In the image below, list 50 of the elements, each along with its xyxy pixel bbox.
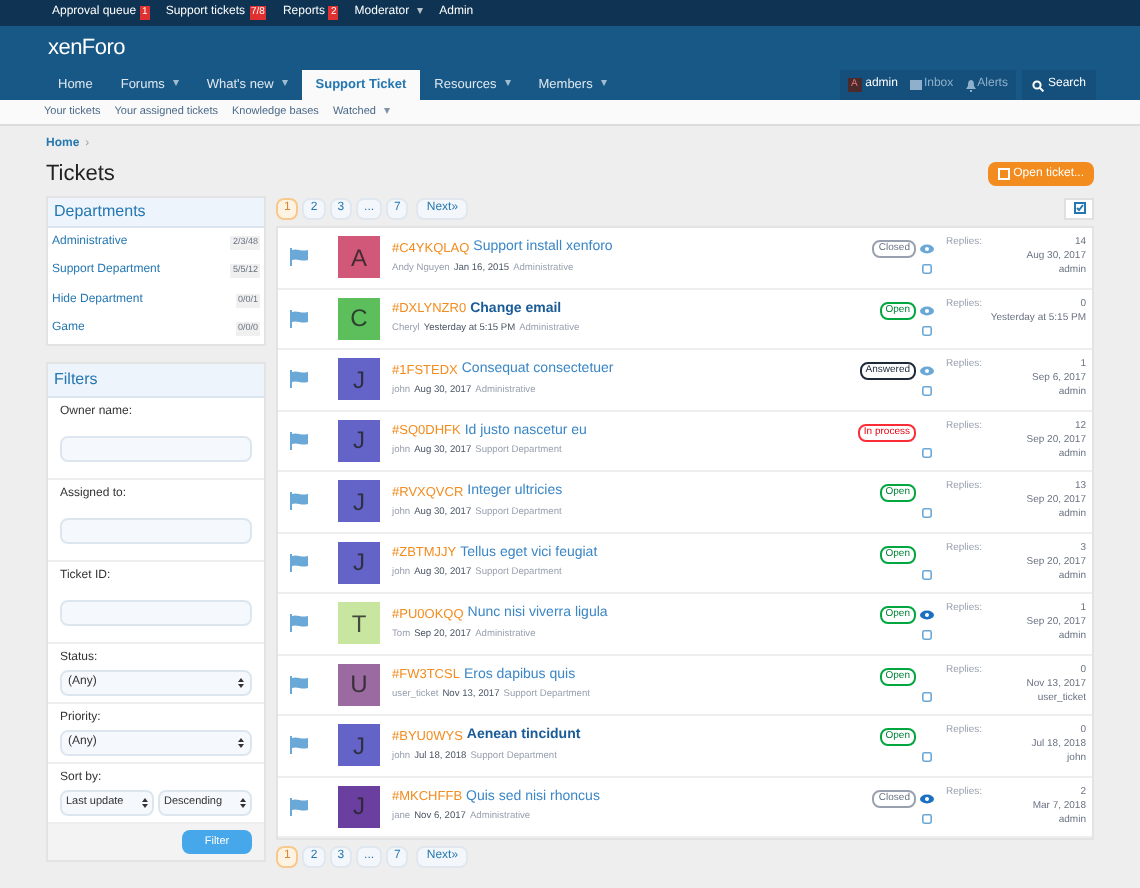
eye-icon[interactable] <box>920 305 934 316</box>
user-avatar: U <box>338 663 380 706</box>
flag-icon <box>288 553 310 572</box>
row-checkbox[interactable] <box>922 569 932 580</box>
flag-icon <box>288 370 310 389</box>
text-field[interactable] <box>60 435 252 461</box>
user-avatar: J <box>338 358 380 401</box>
flag-icon <box>288 614 310 633</box>
row-checkbox[interactable] <box>922 386 932 397</box>
panel-header: Departments <box>48 198 264 228</box>
eye-icon[interactable] <box>920 244 934 255</box>
panel-header: Filters <box>48 364 264 398</box>
row-checkbox[interactable] <box>922 447 932 458</box>
text-field[interactable] <box>60 517 252 543</box>
eye-icon[interactable] <box>920 366 934 377</box>
user-avatar: J <box>338 541 380 584</box>
user-avatar: C <box>338 297 380 340</box>
search-icon <box>1031 79 1044 91</box>
flag-icon <box>288 248 310 267</box>
user-avatar: J <box>338 785 380 828</box>
row-checkbox[interactable] <box>922 752 932 763</box>
row-checkbox[interactable] <box>922 264 932 275</box>
eye-icon[interactable] <box>920 610 934 621</box>
user-avatar: J <box>338 419 380 462</box>
user-avatar: A <box>338 236 380 279</box>
user-avatar: T <box>338 602 380 645</box>
flag-icon <box>288 736 310 755</box>
logo[interactable]: xenForo <box>48 31 125 65</box>
row-checkbox[interactable] <box>922 691 932 702</box>
flag-icon <box>288 492 310 511</box>
row-checkbox[interactable] <box>922 325 932 336</box>
caret-icon <box>238 738 244 748</box>
text-field[interactable] <box>60 599 252 625</box>
eye-icon[interactable] <box>920 793 934 804</box>
checkbox-icon <box>1073 202 1085 214</box>
caret-icon <box>238 678 244 688</box>
row-checkbox[interactable] <box>922 813 932 824</box>
user-avatar: J <box>338 480 380 523</box>
row-checkbox[interactable] <box>922 630 932 641</box>
user-avatar: J <box>338 724 380 767</box>
select-mode-button[interactable] <box>1064 197 1094 219</box>
page-title: Tickets <box>46 159 115 190</box>
caret-icon <box>142 798 148 808</box>
row-checkbox[interactable] <box>922 508 932 519</box>
flag-icon <box>288 431 310 450</box>
flag-icon <box>288 309 310 328</box>
caret-icon <box>240 798 246 808</box>
flag-icon <box>288 675 310 694</box>
flag-icon <box>288 797 310 816</box>
bell-icon <box>965 79 976 91</box>
